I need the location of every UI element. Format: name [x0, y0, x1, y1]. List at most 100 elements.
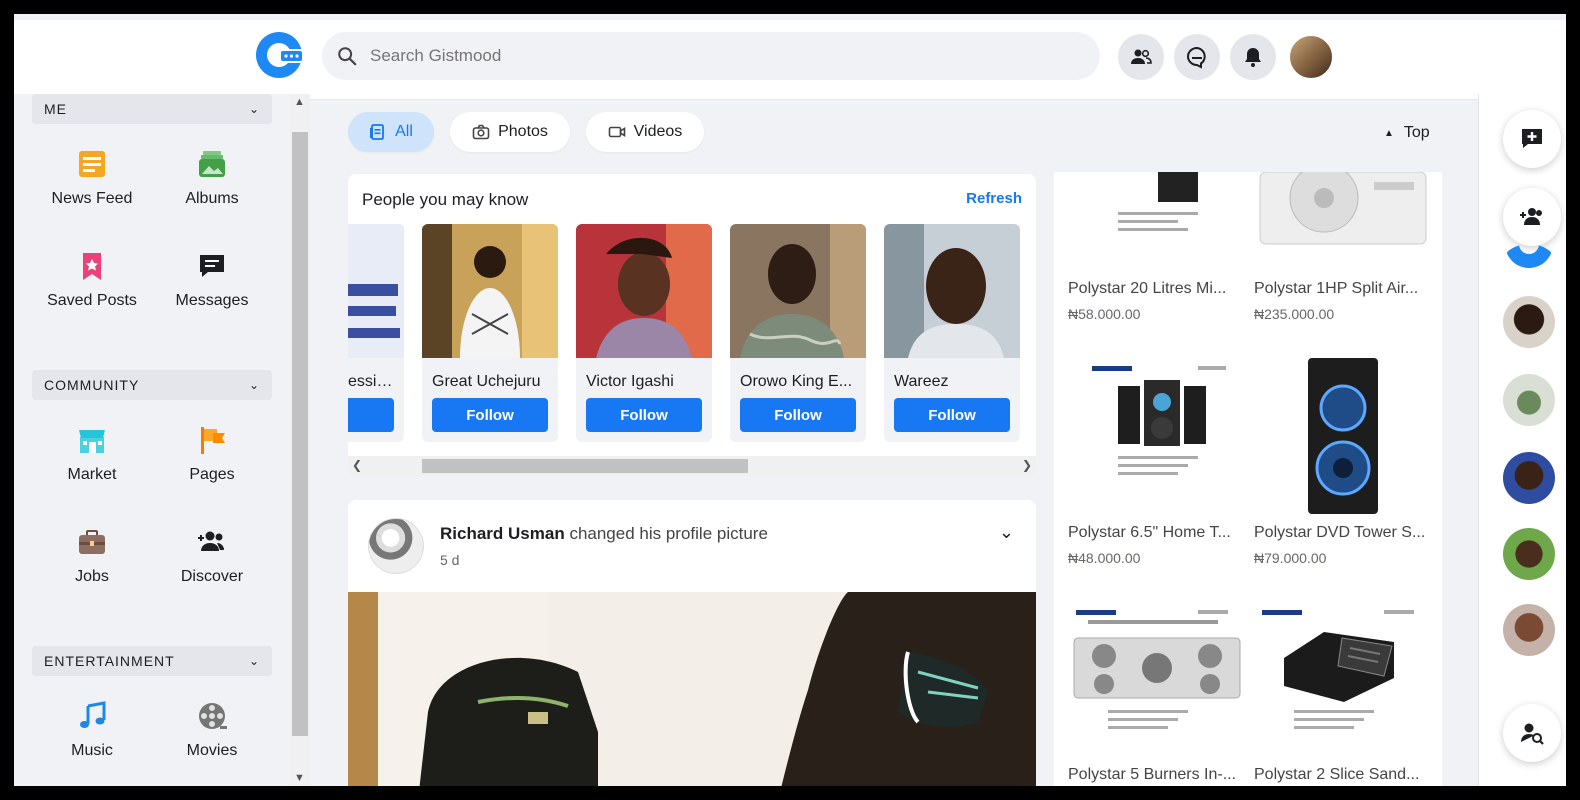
- person-card[interactable]: Victor Igashi Follow: [576, 224, 712, 442]
- section-header-me[interactable]: ME ⌄: [32, 94, 272, 124]
- product-card[interactable]: Polystar 2 Slice Sand...: [1254, 598, 1432, 786]
- author-name[interactable]: Richard Usman: [440, 524, 565, 543]
- scroll-up-arrow-icon[interactable]: ▲: [294, 96, 305, 108]
- add-person-icon: [1520, 208, 1542, 225]
- gistmood-avatar[interactable]: [1503, 244, 1555, 280]
- messenger-button[interactable]: [1174, 34, 1220, 80]
- gistmood-logo[interactable]: [254, 30, 304, 80]
- sidebar-item-news-feed[interactable]: News Feed: [32, 148, 152, 208]
- follow-button[interactable]: Follow: [586, 398, 702, 432]
- right-rail: [1478, 94, 1566, 786]
- sidebar-item-saved-posts[interactable]: Saved Posts: [32, 250, 152, 310]
- sidebar-item-label: News Feed: [51, 190, 133, 207]
- scrollbar-thumb[interactable]: [422, 459, 748, 473]
- product-price: ₦48.000.00: [1068, 550, 1141, 566]
- notifications-button[interactable]: [1230, 34, 1276, 80]
- tab-label: Photos: [498, 123, 548, 140]
- contact-avatar[interactable]: [1503, 528, 1555, 580]
- product-title: Polystar 20 Litres Mi...: [1068, 280, 1227, 297]
- product-card[interactable]: Polystar 5 Burners In-...: [1068, 598, 1246, 786]
- product-image: [1068, 356, 1246, 516]
- follow-button[interactable]: Follow: [894, 398, 1010, 432]
- section-title: ME: [44, 101, 67, 117]
- app-window: ME ⌄ News Feed Albums Saved Posts Messag…: [14, 14, 1566, 786]
- sort-top-button[interactable]: ▲ Top: [1384, 124, 1430, 142]
- post-timestamp[interactable]: 5 d: [440, 552, 459, 568]
- friends-icon: [1131, 49, 1152, 64]
- product-card[interactable]: Polystar 6.5" Home T... ₦48.000.00: [1068, 356, 1246, 566]
- contact-avatar[interactable]: [1503, 452, 1555, 504]
- news-feed-icon: [79, 151, 105, 177]
- horizontal-scrollbar[interactable]: ❮ ❯: [348, 456, 1036, 476]
- product-title: Polystar 2 Slice Sand...: [1254, 766, 1420, 783]
- document-icon: [370, 124, 385, 140]
- sidebar-item-discover[interactable]: Discover: [152, 526, 272, 586]
- person-card[interactable]: essing w: [348, 224, 404, 442]
- person-photo: [730, 224, 866, 358]
- add-friend-button[interactable]: [1503, 188, 1561, 246]
- video-camera-icon: [608, 126, 625, 138]
- product-card[interactable]: Polystar DVD Tower S... ₦79.000.00: [1254, 356, 1432, 566]
- person-card[interactable]: Great Uchejuru Follow: [422, 224, 558, 442]
- tab-all[interactable]: All: [348, 112, 434, 152]
- author-avatar[interactable]: [368, 518, 424, 574]
- scrollbar-thumb[interactable]: [292, 132, 308, 736]
- product-title: Polystar 1HP Split Air...: [1254, 280, 1419, 297]
- sidebar-item-label: Music: [71, 742, 113, 759]
- caret-up-icon: ▲: [1384, 127, 1394, 139]
- product-card[interactable]: Polystar 20 Litres Mi... ₦58.000.00: [1068, 172, 1246, 322]
- sidebar-item-pages[interactable]: Pages: [152, 424, 272, 484]
- person-name: Orowo King E...: [740, 373, 853, 390]
- sidebar-item-jobs[interactable]: Jobs: [32, 526, 152, 586]
- follow-button[interactable]: Follow: [432, 398, 548, 432]
- product-image: [1068, 598, 1246, 758]
- search-input[interactable]: [370, 46, 1070, 66]
- sidebar-item-label: Jobs: [75, 568, 109, 585]
- refresh-link[interactable]: Refresh: [966, 190, 1022, 207]
- follow-button[interactable]: w: [348, 398, 394, 432]
- contact-avatar[interactable]: [1503, 374, 1555, 426]
- section-title: ENTERTAINMENT: [44, 653, 175, 669]
- chevron-down-icon[interactable]: ⌄: [999, 522, 1014, 543]
- scroll-left-arrow-icon[interactable]: ❮: [352, 458, 362, 472]
- scroll-right-arrow-icon[interactable]: ❯: [1022, 458, 1032, 472]
- sidebar-item-movies[interactable]: Movies: [152, 700, 272, 760]
- person-card[interactable]: Orowo King E... Follow: [730, 224, 866, 442]
- sidebar-item-market[interactable]: Market: [32, 424, 152, 484]
- person-photo: [576, 224, 712, 358]
- sidebar-item-messages[interactable]: Messages: [152, 250, 272, 310]
- follow-button[interactable]: Follow: [740, 398, 856, 432]
- tab-videos[interactable]: Videos: [586, 112, 704, 152]
- sidebar-item-label: Messages: [175, 292, 249, 309]
- section-header-entertainment[interactable]: ENTERTAINMENT ⌄: [32, 646, 272, 676]
- product-card[interactable]: Polystar 1HP Split Air... ₦235.000.00: [1254, 172, 1432, 322]
- create-post-button[interactable]: [1503, 110, 1561, 168]
- bookmark-icon: [83, 253, 101, 280]
- feed-post: Richard Usman changed his profile pictur…: [348, 500, 1036, 786]
- marketplace-panel: Polystar 20 Litres Mi... ₦58.000.00 Poly…: [1054, 172, 1442, 786]
- camera-icon: [472, 124, 490, 140]
- bell-icon: [1245, 48, 1261, 67]
- section-title: COMMUNITY: [44, 377, 140, 393]
- section-header-community[interactable]: COMMUNITY ⌄: [32, 370, 272, 400]
- sidebar-item-label: Movies: [186, 742, 238, 759]
- sidebar-item-label: Market: [67, 466, 117, 483]
- product-title: Polystar 5 Burners In-...: [1068, 766, 1237, 783]
- post-image[interactable]: [348, 592, 1036, 786]
- chevron-down-icon: ⌄: [248, 378, 260, 392]
- sidebar-item-music[interactable]: Music: [32, 700, 152, 760]
- find-people-button[interactable]: [1503, 704, 1561, 762]
- profile-avatar[interactable]: [1288, 34, 1334, 80]
- sidebar-scrollbar[interactable]: ▲ ▼: [290, 94, 310, 786]
- sidebar-item-albums[interactable]: Albums: [152, 148, 272, 208]
- search-bar[interactable]: [322, 32, 1100, 80]
- product-price: ₦58.000.00: [1068, 306, 1141, 322]
- person-card[interactable]: Wareez Follow: [884, 224, 1020, 442]
- friends-button[interactable]: [1118, 34, 1164, 80]
- scroll-down-arrow-icon[interactable]: ▼: [294, 772, 305, 784]
- contact-avatar[interactable]: [1503, 604, 1555, 656]
- contact-avatar[interactable]: [1503, 296, 1555, 348]
- tab-photos[interactable]: Photos: [450, 112, 570, 152]
- people-you-may-know-card: People you may know Refresh essing w Gre…: [348, 174, 1036, 476]
- sort-label: Top: [1403, 124, 1430, 141]
